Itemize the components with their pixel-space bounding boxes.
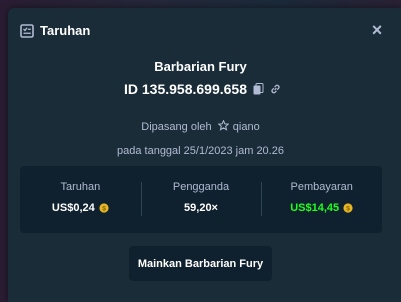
bet-stats-panel: Taruhan US$0,24 $ Pengganda 59,20× Pemba… [20, 166, 382, 233]
stat-value: 59,20× [141, 202, 262, 214]
bet-slip-icon [20, 24, 34, 38]
svg-text:$: $ [346, 205, 350, 212]
stat-label: Pembayaran [290, 181, 353, 193]
stat-value: US$14,45 $ [261, 202, 382, 214]
stat-label: Pengganda [172, 181, 230, 193]
bet-details-modal: Taruhan × Barbarian Fury ID 135.958.699.… [8, 8, 401, 302]
game-name: Barbarian Fury [154, 59, 247, 74]
link-icon[interactable] [270, 83, 281, 95]
placed-date: pada tanggal 25/1/2023 jam 20.26 [117, 145, 284, 157]
modal-header: Taruhan × [8, 8, 401, 54]
star-icon [217, 120, 229, 131]
stat-multiplier: Pengganda 59,20× [140, 166, 262, 233]
coin-icon: $ [343, 203, 353, 213]
payout-amount: US$14,45 [290, 202, 340, 214]
stat-bet: Taruhan US$0,24 $ [20, 166, 141, 233]
play-game-button[interactable]: Mainkan Barbarian Fury [129, 246, 272, 281]
svg-text:$: $ [102, 205, 106, 212]
bet-id-row: ID 135.958.699.658 [124, 81, 281, 97]
bet-amount: US$0,24 [51, 202, 95, 214]
stat-label: Taruhan [60, 181, 101, 193]
stat-value: US$0,24 $ [20, 202, 141, 214]
coin-icon: $ [99, 203, 109, 213]
placed-by-prefix: Dipasang oleh [141, 121, 212, 133]
bet-id-text: ID 135.958.699.658 [124, 81, 247, 97]
placed-by: Dipasang oleh qiano [0, 120, 401, 133]
close-icon[interactable]: × [368, 21, 386, 39]
placed-by-user[interactable]: qiano [233, 121, 260, 133]
copy-icon[interactable] [253, 83, 264, 95]
modal-title: Taruhan [40, 23, 91, 38]
stat-payout: Pembayaran US$14,45 $ [261, 166, 382, 233]
multiplier-value: 59,20× [184, 202, 218, 214]
